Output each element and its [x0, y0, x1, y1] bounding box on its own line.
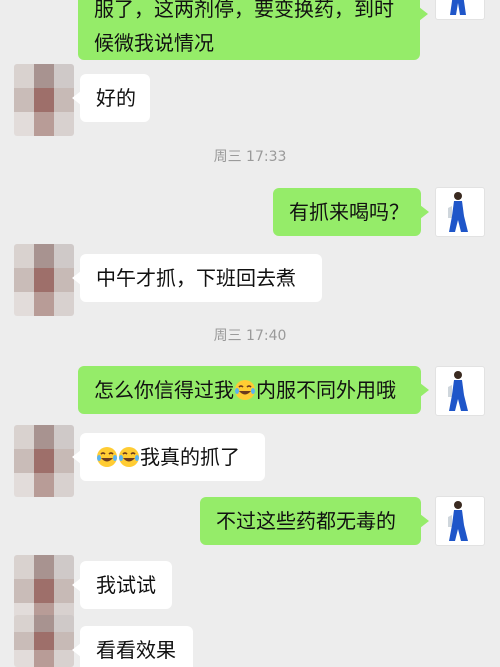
self-avatar[interactable]: [435, 366, 485, 416]
message-text: 服了，这两剂停，要变换药，到时: [94, 0, 394, 21]
message-bubble-received[interactable]: 好的: [72, 74, 150, 122]
timestamp: 周三 17:40: [213, 328, 287, 344]
tears-of-joy-emoji-icon: [234, 378, 256, 410]
message-text: 中午才抓，下班回去煮: [96, 266, 296, 290]
self-avatar[interactable]: [435, 496, 485, 546]
message-text: 看看效果: [96, 638, 176, 662]
contact-avatar[interactable]: [14, 64, 74, 136]
message-bubble-received[interactable]: 看看效果: [72, 626, 193, 667]
message-text: 我真的抓了: [140, 445, 240, 469]
message-bubble-sent[interactable]: 不过这些药都无毒的: [200, 497, 429, 545]
contact-avatar[interactable]: [14, 615, 74, 667]
message-bubble-received[interactable]: 我真的抓了: [72, 433, 265, 481]
timestamp: 周三 17:33: [213, 149, 287, 165]
message-bubble-sent[interactable]: 有抓来喝吗？: [273, 188, 429, 236]
message-text: 有抓来喝吗？: [289, 200, 409, 224]
message-bubble-sent[interactable]: 怎么你信得过我 内服不同外用哦: [78, 366, 429, 414]
tears-of-joy-emoji-icon: [118, 445, 140, 477]
message-text: 候微我说情况: [94, 31, 214, 55]
tears-of-joy-emoji-icon: [96, 445, 118, 477]
message-text: 内服不同外用哦: [256, 378, 396, 402]
message-bubble-received[interactable]: 我试试: [72, 561, 172, 609]
message-text: 怎么你信得过我: [94, 378, 234, 402]
contact-avatar[interactable]: [14, 244, 74, 316]
message-text: 不过这些药都无毒的: [216, 509, 396, 533]
self-avatar[interactable]: [435, 0, 485, 20]
message-bubble-sent[interactable]: 服了，这两剂停，要变换药，到时 候微我说情况: [78, 0, 428, 60]
message-text: 好的: [96, 86, 136, 110]
message-bubble-received[interactable]: 中午才抓，下班回去煮: [72, 254, 322, 302]
message-text: 我试试: [96, 573, 156, 597]
self-avatar[interactable]: [435, 187, 485, 237]
contact-avatar[interactable]: [14, 425, 74, 497]
